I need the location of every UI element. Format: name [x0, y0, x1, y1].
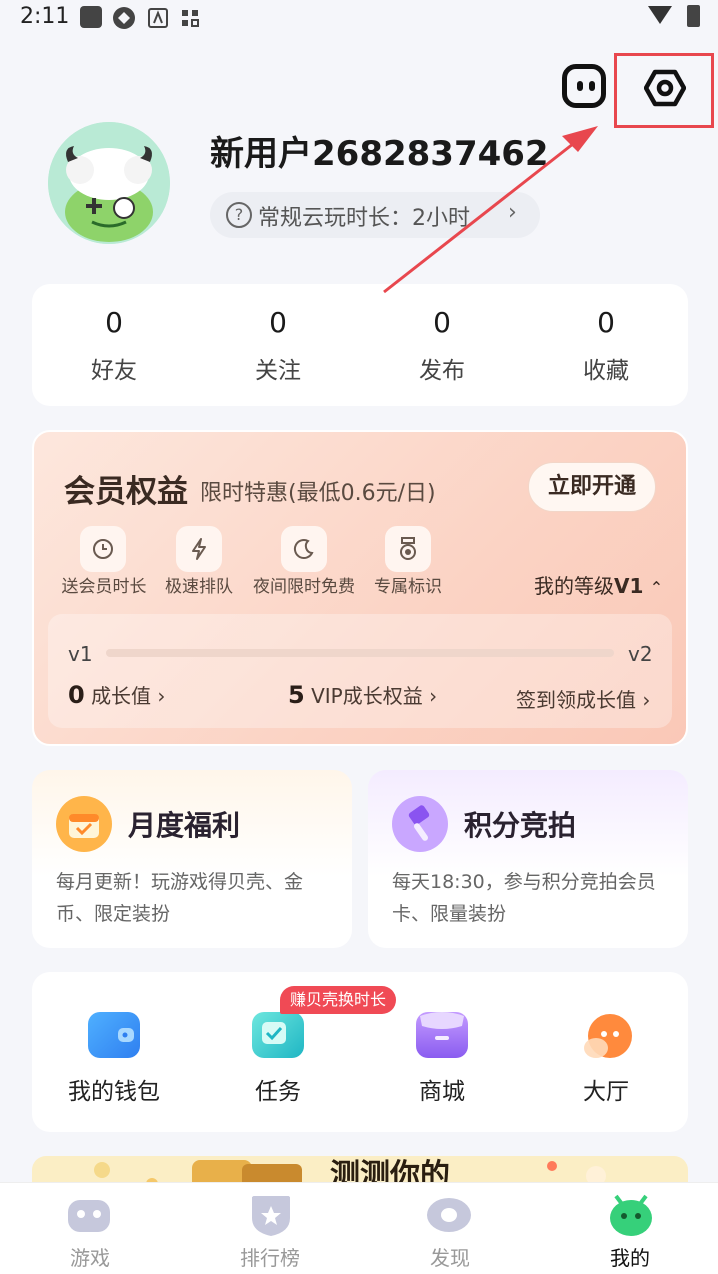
shortcut-label[interactable]: 我的钱包 [44, 1072, 184, 1106]
task-icon[interactable] [252, 1012, 304, 1058]
growth-label: 成长值 [91, 684, 152, 708]
gamepad-icon[interactable] [66, 1194, 112, 1236]
my-level[interactable]: 我的等级V1 ⌃ [534, 570, 663, 599]
message-button[interactable] [562, 64, 606, 108]
vip-subtitle: 限时特惠(最低0.6元/日) [200, 481, 436, 506]
shop-icon[interactable] [416, 1012, 468, 1058]
my-level-label: 我的等级 [534, 574, 614, 598]
nav-label-ranking[interactable]: 排行榜 [220, 1242, 320, 1271]
chevron-right-icon: › [157, 684, 166, 708]
badge-icon[interactable] [385, 526, 431, 572]
grid-notification-icon [182, 10, 199, 27]
vip-growth-value: 5 [288, 681, 305, 709]
wallet-icon[interactable] [88, 1012, 140, 1058]
shortcut-label[interactable]: 商城 [372, 1072, 512, 1106]
level-progress-track [106, 649, 614, 657]
clock-icon[interactable] [80, 526, 126, 572]
shortcut-label[interactable]: 大厅 [536, 1072, 676, 1106]
chevron-right-icon: › [508, 200, 517, 225]
stat-value: 0 [597, 306, 615, 339]
moon-icon[interactable] [281, 526, 327, 572]
stat-value: 0 [433, 306, 451, 339]
playtime-label: 常规云玩时长：2小时 [258, 206, 470, 231]
auction-hammer-icon [392, 796, 448, 852]
promo-desc: 每天18:30，参与积分竞拍会员卡、限量装扮 [392, 871, 656, 925]
nav-label-mine[interactable]: 我的 [580, 1242, 680, 1271]
growth-value: 0 [68, 681, 85, 709]
checkin-label: 签到领成长值 [516, 688, 636, 712]
stat-friends[interactable]: 0 好友 [54, 306, 174, 385]
chevron-right-icon: › [642, 688, 651, 712]
vip-title: 会员权益 [64, 474, 188, 510]
stat-value: 0 [269, 306, 287, 339]
perk-label: 专属标识 [374, 577, 442, 597]
promo-title: 月度福利 [128, 809, 241, 842]
settings-highlight-box [614, 53, 714, 128]
my-level-value: V1 [614, 574, 644, 598]
chevron-right-icon: › [429, 684, 438, 708]
promo-title: 积分竞拍 [464, 809, 577, 842]
level-from: v1 [68, 642, 93, 666]
vip-open-button[interactable]: 立即开通 [528, 462, 656, 512]
help-icon: ? [226, 202, 252, 228]
wifi-icon [648, 6, 672, 24]
calendar-gift-icon [56, 796, 112, 852]
vip-growth-label: VIP成长权益 [311, 684, 423, 708]
profile-monster-icon[interactable] [608, 1194, 654, 1236]
stat-favorites[interactable]: 0 收藏 [546, 306, 666, 385]
stat-label: 关注 [255, 358, 301, 384]
font-notification-icon [148, 8, 168, 28]
perk-label: 夜间限时免费 [253, 577, 355, 597]
app-notification-icon [113, 7, 135, 29]
shortcut-label[interactable]: 任务 [208, 1072, 348, 1106]
battery-icon [687, 5, 700, 27]
ranking-icon[interactable] [248, 1194, 294, 1236]
notification-icon [80, 6, 102, 28]
discover-icon[interactable] [426, 1194, 472, 1236]
task-badge: 赚贝壳换时长 [280, 986, 397, 1014]
stat-label: 好友 [91, 358, 137, 384]
username: 新用户2682837462 [210, 134, 549, 174]
stat-posts[interactable]: 0 发布 [382, 306, 502, 385]
lightning-icon[interactable] [176, 526, 222, 572]
status-bar [0, 0, 718, 34]
stat-following[interactable]: 0 关注 [218, 306, 338, 385]
nav-label-games[interactable]: 游戏 [40, 1242, 140, 1271]
vip-growth-link[interactable]: 5 VIP成长权益 › [288, 680, 437, 709]
perk-label: 极速排队 [165, 577, 233, 597]
checkin-link[interactable]: 签到领成长值 › [516, 684, 650, 713]
growth-value-link[interactable]: 0 成长值 › [68, 680, 165, 709]
lobby-icon[interactable] [582, 1012, 634, 1058]
chevron-up-icon: ⌃ [649, 578, 664, 597]
avatar[interactable] [48, 122, 170, 244]
nav-label-discover[interactable]: 发现 [400, 1242, 500, 1271]
avatar-monster-icon [48, 122, 170, 244]
status-time: 2:11 [20, 4, 70, 29]
level-to: v2 [628, 642, 653, 666]
promo-desc: 每月更新！玩游戏得贝壳、金币、限定装扮 [56, 871, 304, 925]
stat-value: 0 [105, 306, 123, 339]
stat-label: 发布 [419, 358, 465, 384]
stat-label: 收藏 [583, 358, 629, 384]
